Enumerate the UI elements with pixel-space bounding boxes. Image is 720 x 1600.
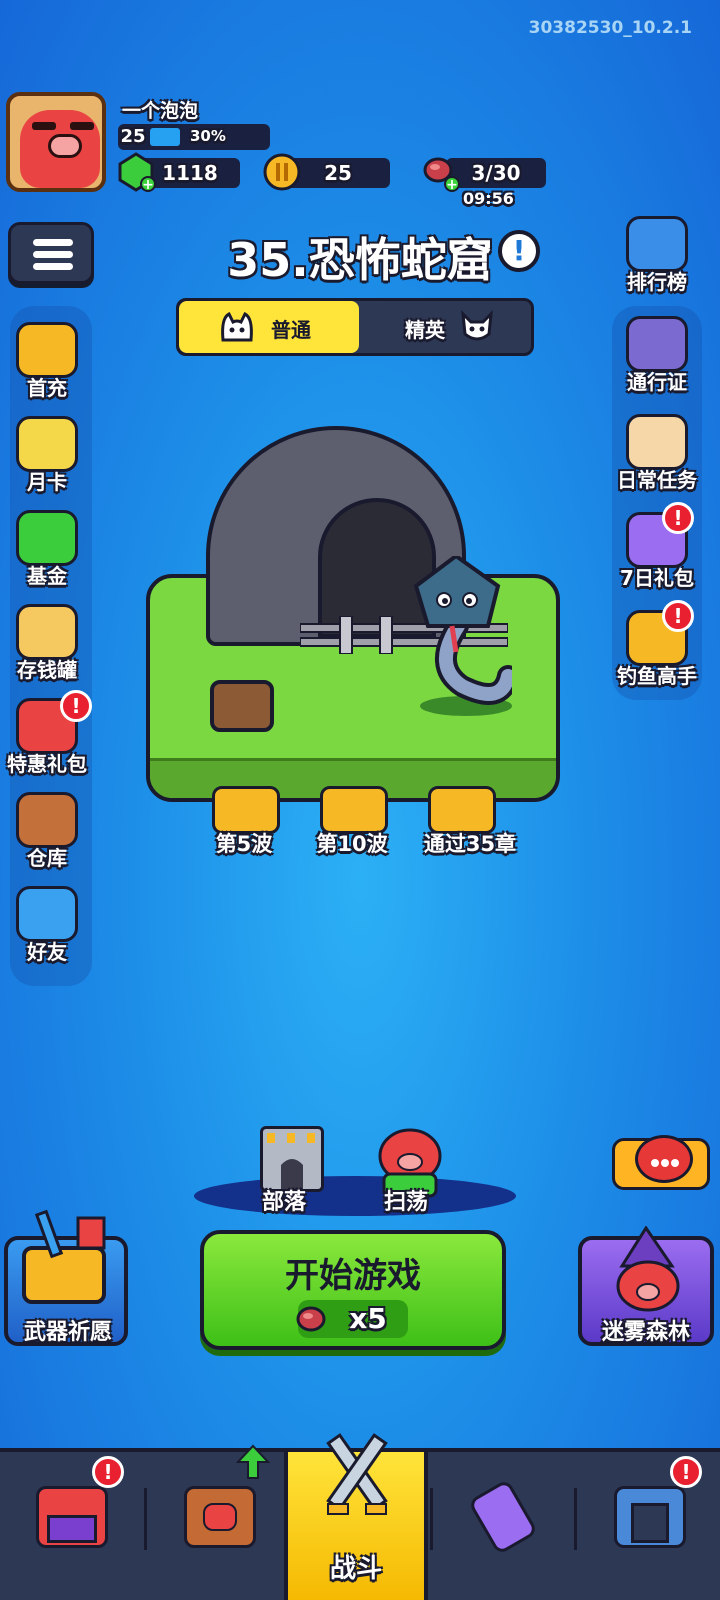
tab-scroll[interactable] xyxy=(432,1452,576,1600)
side-button-0[interactable]: 首充 xyxy=(2,316,92,408)
mode-elite-label: 精英 xyxy=(405,318,445,342)
svg-text:+: + xyxy=(142,177,154,192)
reward-label: 第5波 xyxy=(215,832,273,856)
alert-badge: ! xyxy=(662,600,694,632)
side-button-label: 排行榜 xyxy=(627,270,687,294)
side-button-label: 好友 xyxy=(27,940,67,964)
chat-button[interactable] xyxy=(612,1135,710,1190)
tab-battle[interactable]: 战斗 xyxy=(284,1433,428,1600)
misty-forest-button[interactable]: 迷雾森林 xyxy=(578,1226,714,1346)
side-button-label: 7日礼包 xyxy=(620,566,694,590)
alert-badge: ! xyxy=(60,690,92,722)
tab-shop[interactable]: ! xyxy=(0,1452,144,1600)
mode-normal-tab[interactable]: 普通 xyxy=(179,301,359,353)
side-button-label: 存钱罐 xyxy=(17,658,77,682)
side-button-6[interactable]: 好友 xyxy=(2,880,92,972)
energy-count: 3/30 xyxy=(446,158,546,188)
alert-badge: ! xyxy=(662,502,694,534)
side-button-label: 钓鱼高手 xyxy=(617,664,697,688)
level-percent: 30% xyxy=(190,127,226,145)
shop-stall-icon xyxy=(36,1486,108,1548)
side-button-label: 仓库 xyxy=(27,846,67,870)
player-level: 25 xyxy=(120,126,146,147)
gem-treasure-icon xyxy=(16,322,78,378)
building-alert-badge: ! xyxy=(670,1456,702,1488)
reward-label: 第10波 xyxy=(316,832,388,856)
snake-boss xyxy=(412,553,519,716)
side-button-3[interactable]: 存钱罐 xyxy=(2,598,92,690)
mode-selector: 普通 精英 xyxy=(176,298,534,356)
cat-face-icon xyxy=(221,311,253,342)
side-button-right-3[interactable]: 7日礼包! xyxy=(612,502,702,598)
side-button-right-1[interactable]: 通行证 xyxy=(612,310,702,402)
tribe-label: 部落 xyxy=(262,1190,307,1215)
friends-icon xyxy=(16,886,78,942)
weapon-wish-button[interactable]: 武器祈愿 xyxy=(4,1209,128,1346)
building-icon xyxy=(614,1486,686,1548)
raid-label: 扫荡 xyxy=(384,1190,429,1215)
side-button-4[interactable]: 特惠礼包! xyxy=(2,690,92,784)
backpack-icon xyxy=(16,792,78,848)
side-button-5[interactable]: 仓库 xyxy=(2,786,92,878)
side-button-label: 通行证 xyxy=(627,370,687,394)
demon-mask-icon xyxy=(461,310,493,341)
gem-arrow-icon xyxy=(16,510,78,566)
misty-forest-label: 迷雾森林 xyxy=(601,1320,690,1345)
level-progress-fill xyxy=(150,128,180,146)
upgrade-arrow-icon xyxy=(236,1444,270,1479)
meat-icon xyxy=(296,1306,326,1332)
wizard-pig-icon xyxy=(616,1226,680,1312)
scroll-icon xyxy=(626,414,688,470)
tribe-castle-icon[interactable] xyxy=(260,1126,324,1192)
reward-label: 通过35章 xyxy=(423,832,517,856)
shortcut-platform xyxy=(194,1176,516,1216)
coin-icon xyxy=(262,152,302,192)
tab-heroes[interactable] xyxy=(148,1444,292,1600)
magic-scroll-icon xyxy=(467,1478,539,1556)
energy-timer: 09:56 xyxy=(463,189,514,208)
card-icon xyxy=(16,416,78,472)
meat-energy-icon[interactable]: + xyxy=(420,152,460,193)
tab-building[interactable]: ! xyxy=(578,1452,720,1600)
side-button-right-2[interactable]: 日常任务 xyxy=(612,408,702,500)
side-button-label: 特惠礼包 xyxy=(7,752,87,776)
pass-badge-icon xyxy=(626,316,688,372)
side-button-right-0[interactable]: 排行榜 xyxy=(612,210,702,302)
hero-book-icon xyxy=(184,1486,256,1548)
player-name: 一个泡泡 xyxy=(122,100,199,122)
side-button-label: 首充 xyxy=(27,376,67,400)
player-avatar[interactable] xyxy=(6,92,106,192)
side-button-2[interactable]: 基金 xyxy=(2,504,92,596)
start-game-label: 开始游戏 xyxy=(285,1256,421,1296)
side-button-1[interactable]: 月卡 xyxy=(2,410,92,502)
weapon-chest-icon xyxy=(22,1209,106,1304)
side-button-label: 日常任务 xyxy=(617,468,697,492)
mode-elite-tab[interactable]: 精英 xyxy=(359,301,531,353)
svg-text:+: + xyxy=(446,177,458,192)
shop-alert-badge: ! xyxy=(92,1456,124,1488)
side-button-right-4[interactable]: 钓鱼高手! xyxy=(612,600,702,696)
start-cost-value: x5 xyxy=(349,1302,387,1335)
side-button-label: 基金 xyxy=(27,564,67,588)
mode-normal-label: 普通 xyxy=(271,318,311,342)
version-label: 30382530_10.2.1 xyxy=(528,18,692,38)
lucky-cat-icon xyxy=(16,604,78,660)
side-button-label: 月卡 xyxy=(27,470,67,494)
start-game-button[interactable]: 开始游戏 x5 xyxy=(200,1230,506,1350)
gem-icon[interactable]: + xyxy=(116,152,156,193)
weapon-wish-label: 武器祈愿 xyxy=(23,1320,112,1345)
tab-battle-label: 战斗 xyxy=(329,1554,382,1584)
stage-info-icon[interactable]: ! xyxy=(498,230,540,272)
tab-divider xyxy=(144,1488,147,1550)
start-cost: x5 xyxy=(296,1300,408,1338)
tree-stump xyxy=(210,680,274,732)
crossed-swords-icon xyxy=(326,1433,388,1515)
trophy-icon xyxy=(626,216,688,272)
